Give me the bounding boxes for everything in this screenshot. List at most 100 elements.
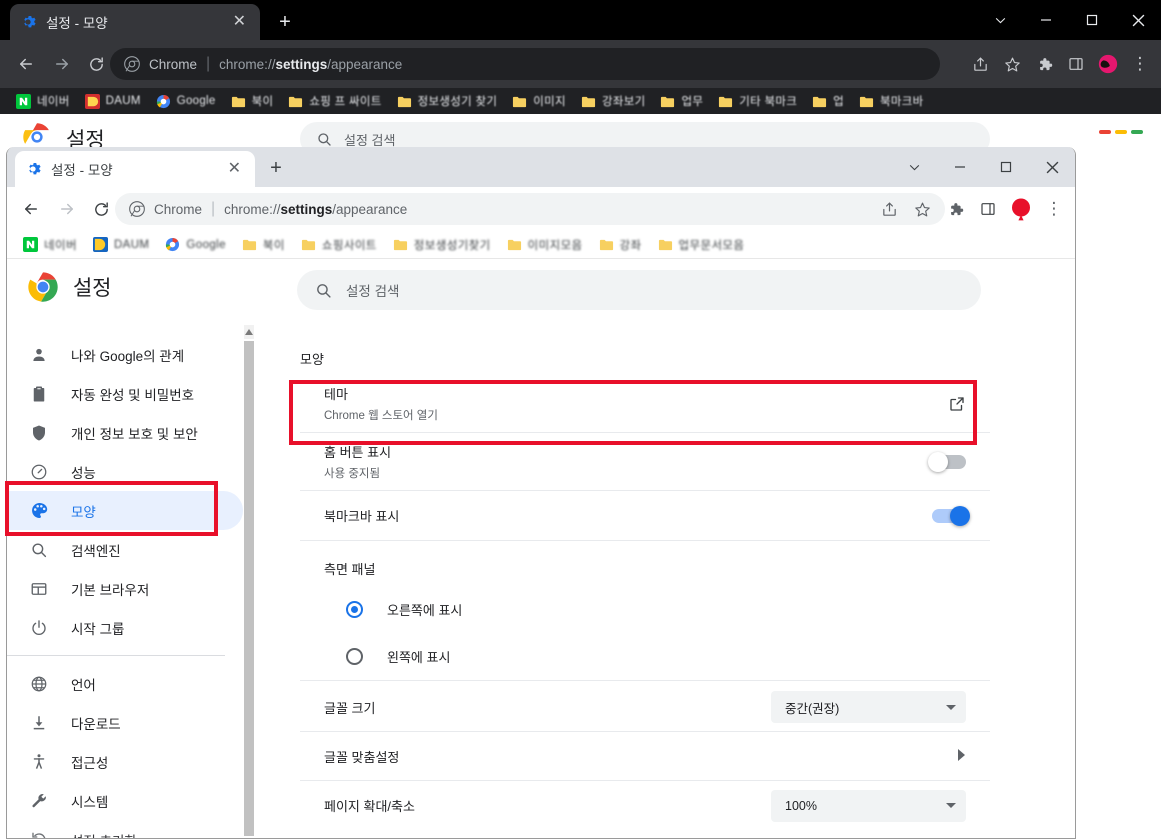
- bookmark-item[interactable]: 업무: [654, 90, 709, 112]
- close-icon[interactable]: ✕: [224, 159, 245, 179]
- outer-address-bar[interactable]: Chrome | chrome://settings/appearance: [110, 48, 940, 80]
- inner-omnibox-url: chrome://settings/appearance: [224, 202, 407, 217]
- close-button[interactable]: [1029, 147, 1075, 187]
- row-page-zoom[interactable]: 페이지 확대/축소 100%: [300, 781, 990, 830]
- bookmark-item[interactable]: Google: [150, 90, 222, 112]
- bookmark-item[interactable]: DAUM: [79, 90, 147, 112]
- sidebar-item-autofill[interactable]: 자동 완성 및 비밀번호: [7, 374, 243, 413]
- row-customize-fonts[interactable]: 글꼴 맞춤설정: [300, 732, 990, 781]
- radio-side-panel-left[interactable]: 왼쪽에 표시: [300, 633, 990, 681]
- bookmark-item[interactable]: 북마크바: [853, 90, 930, 112]
- bookmark-item[interactable]: 강좌: [593, 234, 648, 256]
- menu-icon[interactable]: ⋮: [1039, 194, 1069, 224]
- sidebar-item-privacy[interactable]: 개인 정보 보호 및 보안: [7, 413, 243, 452]
- open-in-new-icon[interactable]: [948, 395, 966, 413]
- sidebar-item-default-browser[interactable]: 기본 브라우저: [7, 569, 243, 608]
- sidebar-scrollbar-thumb[interactable]: [244, 341, 254, 836]
- profile-avatar[interactable]: [1093, 49, 1123, 79]
- row-page-zoom-title: 페이지 확대/축소: [324, 799, 415, 814]
- sidebar-item-google[interactable]: 나와 Google의 관계: [7, 335, 243, 374]
- bookmark-item[interactable]: 네이버: [17, 234, 83, 256]
- close-icon[interactable]: ✕: [229, 12, 250, 32]
- sidebar-item-languages[interactable]: 언어: [7, 664, 243, 703]
- inner-tab[interactable]: 설정 - 모양 ✕: [15, 151, 255, 187]
- scroll-up-arrow-icon[interactable]: [244, 325, 254, 339]
- sidebar-item-on-startup[interactable]: 시작 그룹: [7, 608, 243, 647]
- bookmark-item[interactable]: 기타 북마크: [712, 90, 803, 112]
- background-decoration: [1099, 130, 1143, 134]
- maximize-button[interactable]: [983, 147, 1029, 187]
- bookmarks-bar-toggle[interactable]: [932, 505, 970, 526]
- section-title-appearance: 모양: [300, 352, 324, 367]
- settings-search-input[interactable]: 설정 검색: [297, 270, 981, 310]
- sidebar-item-performance[interactable]: 성능: [7, 452, 243, 491]
- bookmark-item[interactable]: 강좌보기: [575, 90, 652, 112]
- bookmark-item[interactable]: 북이: [236, 234, 291, 256]
- font-size-select[interactable]: 중간(권장): [771, 691, 966, 723]
- sidebar-item-label: 설정 초기화: [71, 830, 137, 839]
- bookmark-item[interactable]: DAUM: [87, 234, 155, 256]
- sidebar-item-system[interactable]: 시스템: [7, 781, 243, 820]
- sidebar-item-appearance[interactable]: 모양: [7, 491, 243, 530]
- bookmark-item[interactable]: 네이버: [10, 90, 76, 112]
- row-bookmarks-bar-text: 북마크바 표시: [324, 506, 399, 525]
- bookmark-item[interactable]: 북이: [225, 90, 280, 112]
- bookmark-item[interactable]: 이미지: [506, 90, 572, 112]
- row-font-size[interactable]: 글꼴 크기 중간(권장): [300, 683, 990, 732]
- back-button[interactable]: [17, 195, 45, 223]
- bookmark-item[interactable]: 정보생성기찾기: [387, 234, 497, 256]
- outer-tab[interactable]: 설정 - 모양 ✕: [10, 4, 260, 40]
- inner-address-bar[interactable]: Chrome | chrome://settings/appearance: [115, 193, 945, 225]
- sidebar-item-downloads[interactable]: 다운로드: [7, 703, 243, 742]
- puzzle-icon[interactable]: [1029, 49, 1059, 79]
- bookmark-item[interactable]: 이미지모음: [501, 234, 589, 256]
- forward-button[interactable]: [53, 195, 81, 223]
- sidebar-item-reset-settings[interactable]: 설정 초기화: [7, 820, 243, 839]
- sidebar-divider: [7, 655, 225, 656]
- row-theme[interactable]: 테마 Chrome 웹 스토어 열기: [300, 375, 990, 433]
- sidebar-item-accessibility[interactable]: 접근성: [7, 742, 243, 781]
- star-icon[interactable]: [907, 194, 937, 224]
- menu-icon[interactable]: ⋮: [1125, 49, 1155, 79]
- reload-button[interactable]: [87, 195, 115, 223]
- star-icon[interactable]: [997, 49, 1027, 79]
- close-button[interactable]: [1115, 0, 1161, 40]
- bookmark-item[interactable]: 업무문서모음: [652, 234, 751, 256]
- tab-search-icon[interactable]: [891, 147, 937, 187]
- radio-button-selected[interactable]: [346, 600, 363, 618]
- maximize-button[interactable]: [1069, 0, 1115, 40]
- sidebar-item-search-engine[interactable]: 검색엔진: [7, 530, 243, 569]
- row-home-button[interactable]: 홈 버튼 표시 사용 중지됨: [300, 433, 990, 491]
- reload-button[interactable]: [82, 50, 110, 78]
- back-button[interactable]: [12, 50, 40, 78]
- side-panel-icon[interactable]: [973, 194, 1003, 224]
- sidebar-item-label: 시스템: [71, 794, 109, 810]
- outer-bookmarks-bar: 네이버 DAUM Google 북이 쇼핑 프 싸이트 정보생성기 찾기 이미지…: [0, 88, 1161, 114]
- share-icon[interactable]: [965, 49, 995, 79]
- chevron-right-icon[interactable]: [956, 748, 966, 765]
- omnibox-divider: |: [206, 55, 211, 72]
- new-tab-button[interactable]: +: [272, 10, 298, 36]
- radio-side-panel-right[interactable]: 오른쪽에 표시: [300, 585, 990, 633]
- bookmark-item[interactable]: 정보생성기 찾기: [391, 90, 504, 112]
- bookmark-item[interactable]: Google: [159, 234, 231, 256]
- tab-search-icon[interactable]: [977, 0, 1023, 40]
- bookmark-item[interactable]: 쇼핑사이트: [295, 234, 383, 256]
- page-zoom-select[interactable]: 100%: [771, 789, 966, 822]
- share-icon[interactable]: [874, 194, 904, 224]
- row-bookmarks-bar[interactable]: 북마크바 표시: [300, 491, 990, 541]
- url-bold: settings: [280, 201, 333, 217]
- minimize-button[interactable]: [1023, 0, 1069, 40]
- bookmark-item[interactable]: 업: [806, 90, 850, 112]
- forward-button[interactable]: [48, 50, 76, 78]
- bookmark-item[interactable]: 쇼핑 프 싸이트: [282, 90, 387, 112]
- home-button-toggle[interactable]: [928, 451, 966, 472]
- side-panel-icon[interactable]: [1061, 49, 1091, 79]
- puzzle-icon[interactable]: [940, 194, 970, 224]
- row-bookmarks-bar-title: 북마크바 표시: [324, 509, 400, 524]
- new-tab-button[interactable]: +: [263, 156, 289, 182]
- minimize-button[interactable]: [937, 147, 983, 187]
- bookmark-label: 정보생성기찾기: [413, 239, 491, 252]
- radio-button-unselected[interactable]: [346, 648, 363, 665]
- profile-avatar[interactable]: [1006, 194, 1036, 224]
